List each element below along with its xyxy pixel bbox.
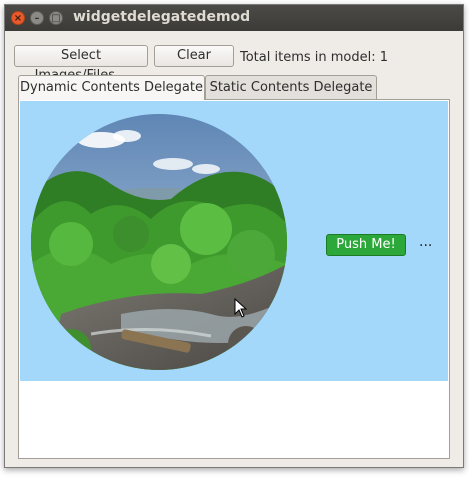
more-ellipsis: ... <box>419 234 433 250</box>
minimize-icon[interactable]: – <box>30 11 44 25</box>
clear-button[interactable]: Clear <box>154 45 234 67</box>
maximize-icon[interactable]: □ <box>49 11 63 25</box>
app-window: × – □ widgetdelegatedemod Select Images/… <box>4 4 464 468</box>
close-icon[interactable]: × <box>11 11 25 25</box>
title-bar[interactable]: × – □ widgetdelegatedemod <box>5 5 463 31</box>
item-count-label: Total items in model: 1 <box>240 50 389 65</box>
push-me-button[interactable]: Push Me! <box>326 234 406 256</box>
tab-dynamic-contents[interactable]: Dynamic Contents Delegate <box>18 75 205 100</box>
tab-static-contents[interactable]: Static Contents Delegate <box>205 75 377 99</box>
select-files-button[interactable]: Select Images/Files... <box>14 45 148 83</box>
window-title: widgetdelegatedemod <box>73 9 251 25</box>
list-view[interactable]: Push Me! ... <box>18 99 450 459</box>
landscape-photo <box>31 114 287 370</box>
list-item[interactable]: Push Me! ... <box>20 101 448 381</box>
mouse-cursor-icon <box>234 298 248 318</box>
circular-image <box>31 114 287 370</box>
